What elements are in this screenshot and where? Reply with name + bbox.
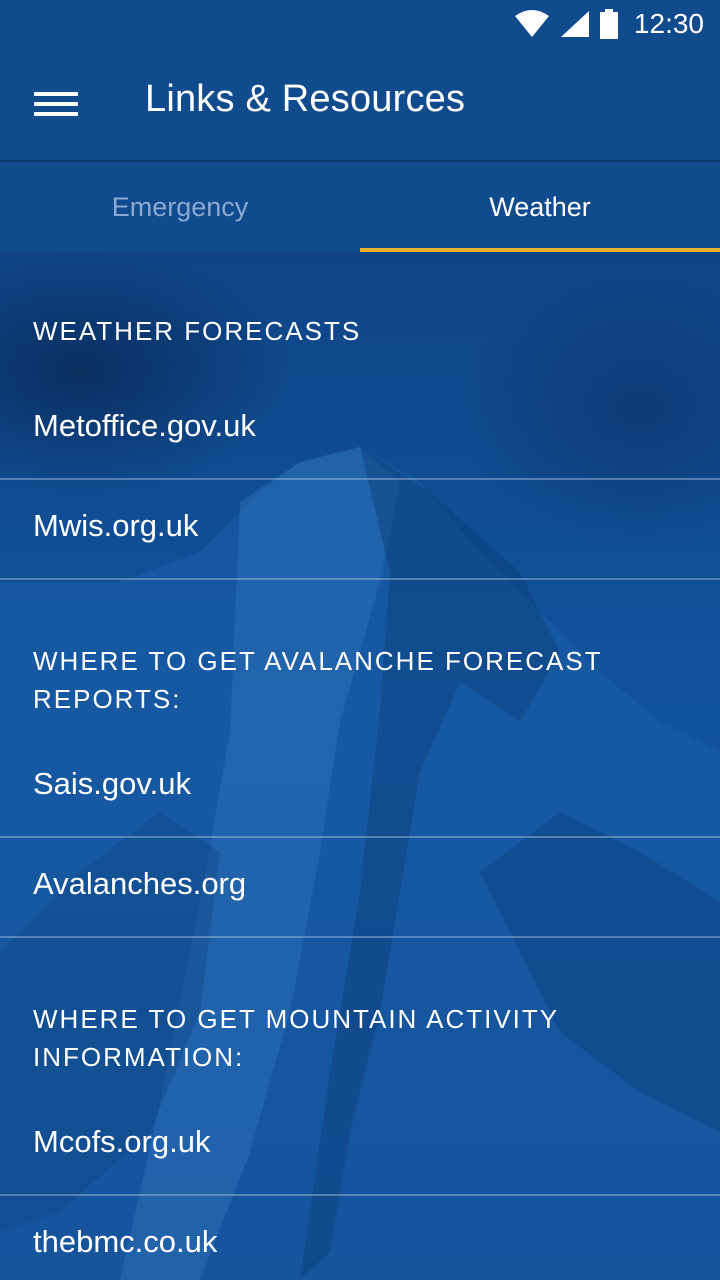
section-header-weather-forecasts: WEATHER FORECASTS xyxy=(33,316,362,346)
link-label: thebmc.co.uk xyxy=(33,1224,218,1259)
tab-weather[interactable]: Weather xyxy=(360,162,720,252)
tab-emergency[interactable]: Emergency xyxy=(0,162,360,252)
link-label: Avalanches.org xyxy=(33,866,247,901)
status-time: 12:30 xyxy=(633,8,704,39)
link-label: Mcofs.org.uk xyxy=(33,1124,211,1159)
link-avalanches[interactable]: Avalanches.org xyxy=(0,838,720,938)
tab-bar: Emergency Weather xyxy=(0,162,720,252)
link-thebmc[interactable]: thebmc.co.uk xyxy=(0,1196,720,1280)
wifi-icon xyxy=(514,10,549,37)
link-label: Sais.gov.uk xyxy=(33,766,191,801)
tab-label: Weather xyxy=(489,191,591,222)
section-header-avalanche: WHERE TO GET AVALANCHE FORECAST REPORTS: xyxy=(33,646,603,714)
cell-signal-icon xyxy=(560,11,589,37)
tab-label: Emergency xyxy=(111,191,249,222)
status-icons: 12:30 xyxy=(514,8,704,40)
links-list: WEATHER FORECASTS Metoffice.gov.uk Mwis.… xyxy=(0,252,720,1280)
page-title: Links & Resources xyxy=(145,78,466,120)
status-bar: 12:30 xyxy=(0,0,720,48)
link-label: Mwis.org.uk xyxy=(33,508,199,543)
screen: 12:30 Links & Resources Emergency Weathe… xyxy=(0,0,720,1280)
battery-icon xyxy=(599,9,618,39)
link-mwis[interactable]: Mwis.org.uk xyxy=(0,480,720,580)
link-label: Metoffice.gov.uk xyxy=(33,408,256,443)
app-bar: Links & Resources xyxy=(0,48,720,162)
link-sais[interactable]: Sais.gov.uk xyxy=(0,738,720,838)
section-header-mountain-activity: WHERE TO GET MOUNTAIN ACTIVITY INFORMATI… xyxy=(33,1004,559,1072)
link-mcofs[interactable]: Mcofs.org.uk xyxy=(0,1096,720,1196)
hamburger-menu-icon[interactable] xyxy=(30,84,82,124)
link-metoffice[interactable]: Metoffice.gov.uk xyxy=(0,380,720,480)
